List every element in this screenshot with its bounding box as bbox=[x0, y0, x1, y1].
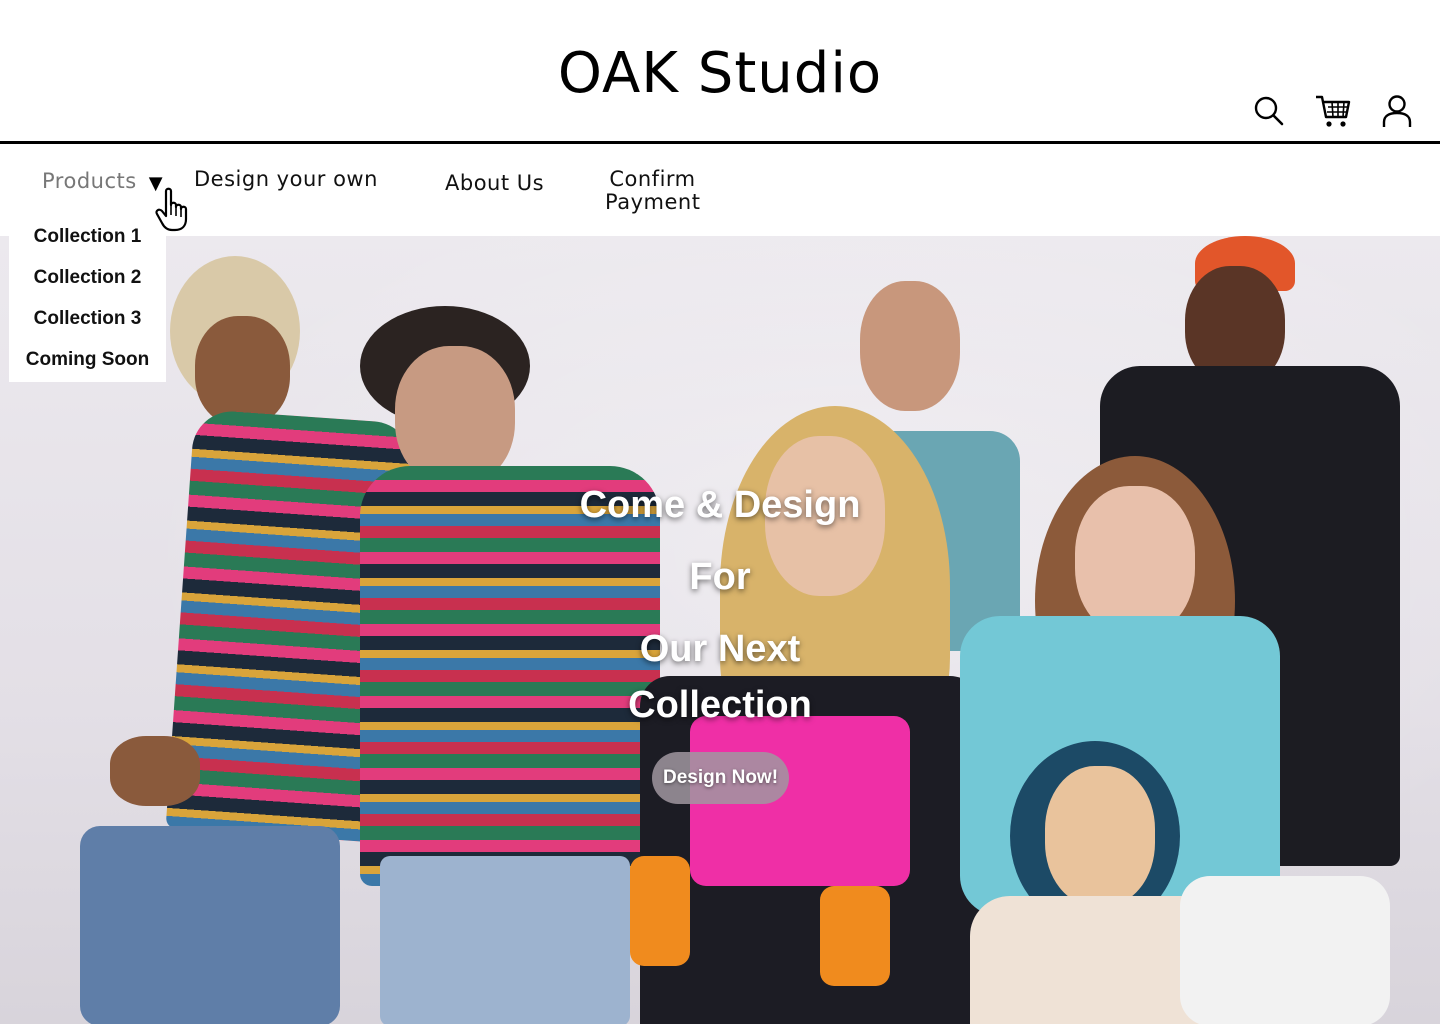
main-nav: Products ▼ Design your own About Us Conf… bbox=[0, 144, 1440, 236]
nav-confirm-payment[interactable]: Confirm Payment bbox=[605, 168, 700, 214]
hero-headline-line1: Come & Design bbox=[579, 484, 861, 526]
hand-pointer-icon bbox=[155, 187, 188, 232]
search-icon[interactable] bbox=[1250, 92, 1288, 130]
hero-headline-line4: Collection bbox=[628, 684, 812, 726]
hero-headline-line3: Our Next bbox=[639, 628, 801, 670]
hero-headline-line2: For bbox=[689, 556, 751, 598]
dropdown-item-coming-soon[interactable]: Coming Soon bbox=[9, 339, 166, 380]
site-header: OAK Studio bbox=[0, 0, 1440, 144]
nav-design-your-own[interactable]: Design your own bbox=[194, 168, 378, 191]
nav-products-label: Products bbox=[42, 169, 137, 193]
cart-icon[interactable] bbox=[1314, 92, 1352, 130]
brand-title[interactable]: OAK Studio bbox=[0, 38, 1440, 110]
dropdown-item-collection-3[interactable]: Collection 3 bbox=[9, 298, 166, 339]
nav-about-us[interactable]: About Us bbox=[445, 172, 544, 195]
design-now-button[interactable]: Design Now! bbox=[652, 752, 789, 804]
nav-confirm-line2: Payment bbox=[605, 190, 701, 214]
nav-products[interactable]: Products ▼ bbox=[42, 168, 163, 195]
user-icon[interactable] bbox=[1378, 92, 1416, 130]
nav-confirm-line1: Confirm bbox=[609, 167, 696, 191]
header-actions bbox=[1250, 92, 1416, 130]
dropdown-item-collection-2[interactable]: Collection 2 bbox=[9, 257, 166, 298]
dropdown-item-collection-1[interactable]: Collection 1 bbox=[9, 216, 166, 257]
products-dropdown-menu: Collection 1 Collection 2 Collection 3 C… bbox=[9, 210, 166, 382]
hero-banner: Come & Design For Our Next Collection De… bbox=[0, 236, 1440, 1024]
